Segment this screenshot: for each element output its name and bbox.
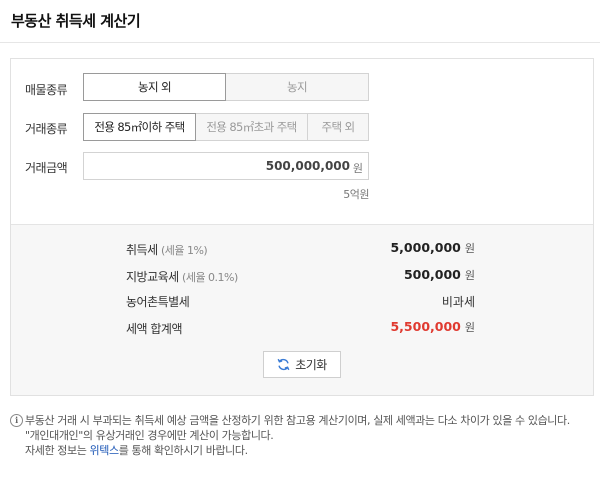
property-type-label: 매물종류: [25, 83, 68, 97]
deal-type-option-non-housing[interactable]: 주택 외: [307, 113, 369, 141]
acquisition-tax-rate: (세율 1%): [160, 244, 208, 257]
rural-tax-value: 비과세: [441, 295, 475, 309]
property-type-option-farmland[interactable]: 농지: [225, 73, 369, 101]
title-divider: [0, 42, 600, 43]
total-tax-amount: 5,500,000 원: [390, 319, 475, 335]
rural-tax-label: 농어촌특별세: [126, 295, 190, 309]
calculator-panel: 매물종류 농지 외 농지 거래종류 전용 85㎡이하 주택 전용 85㎡초과 주…: [10, 58, 594, 396]
education-tax-rate: (세율 0.1%): [182, 271, 238, 284]
acquisition-tax-value: 5,000,000: [390, 240, 461, 255]
education-tax-label: 지방교육세: [126, 270, 179, 284]
education-tax-unit: 원: [464, 269, 475, 282]
acquisition-tax-unit: 원: [464, 242, 475, 255]
amount-unit: 원: [352, 162, 363, 175]
education-tax-row-label: 지방교육세 (세율 0.1%): [126, 268, 238, 285]
total-tax-label: 세액 합계액: [126, 322, 183, 336]
notice-line-3-post: 를 통해 확인하시기 바랍니다.: [118, 444, 248, 457]
total-tax-unit: 원: [464, 321, 475, 334]
deal-type-label: 거래종류: [25, 122, 68, 136]
info-icon: i: [10, 414, 23, 427]
input-form: 매물종류 농지 외 농지 거래종류 전용 85㎡이하 주택 전용 85㎡초과 주…: [11, 59, 593, 224]
refresh-icon: [277, 358, 290, 371]
notice-line-1: 부동산 거래 시 부과되는 취득세 예상 금액을 산정하기 위한 참고용 계산기…: [25, 414, 570, 427]
acquisition-tax-amount: 5,000,000 원: [390, 240, 475, 256]
amount-input-value: 500,000,000: [265, 159, 350, 173]
acquisition-tax-label: 취득세: [126, 243, 158, 257]
property-type-option-non-farmland[interactable]: 농지 외: [83, 73, 226, 101]
result-section: 취득세 (세율 1%) 5,000,000 원 지방교육세 (세율 0.1%) 5…: [11, 224, 593, 395]
reset-label: 초기화: [295, 358, 327, 372]
education-tax-value: 500,000: [403, 267, 461, 282]
wetax-link[interactable]: 위텍스: [90, 444, 120, 457]
education-tax-amount: 500,000 원: [404, 267, 475, 283]
notice-line-2: "개인대개인"의 유상거래인 경우에만 계산이 가능합니다.: [25, 429, 274, 442]
acquisition-tax-row-label: 취득세 (세율 1%): [126, 241, 208, 258]
notice-line-3: 자세한 정보는 위텍스를 통해 확인하시기 바랍니다.: [10, 443, 594, 458]
amount-input[interactable]: 500,000,000 원: [83, 152, 369, 180]
notice-line-3-pre: 자세한 정보는: [25, 444, 90, 457]
amount-korean-text: 5억원: [343, 188, 369, 201]
amount-label: 거래금액: [25, 161, 68, 175]
reset-button[interactable]: 초기화: [263, 351, 341, 378]
total-tax-value: 5,500,000: [390, 319, 461, 334]
deal-type-option-over-85[interactable]: 전용 85㎡초과 주택: [195, 113, 308, 141]
notice: i 부동산 거래 시 부과되는 취득세 예상 금액을 산정하기 위한 참고용 계…: [10, 413, 594, 458]
page-title: 부동산 취득세 계산기: [11, 12, 141, 30]
deal-type-option-under-85[interactable]: 전용 85㎡이하 주택: [83, 113, 196, 141]
